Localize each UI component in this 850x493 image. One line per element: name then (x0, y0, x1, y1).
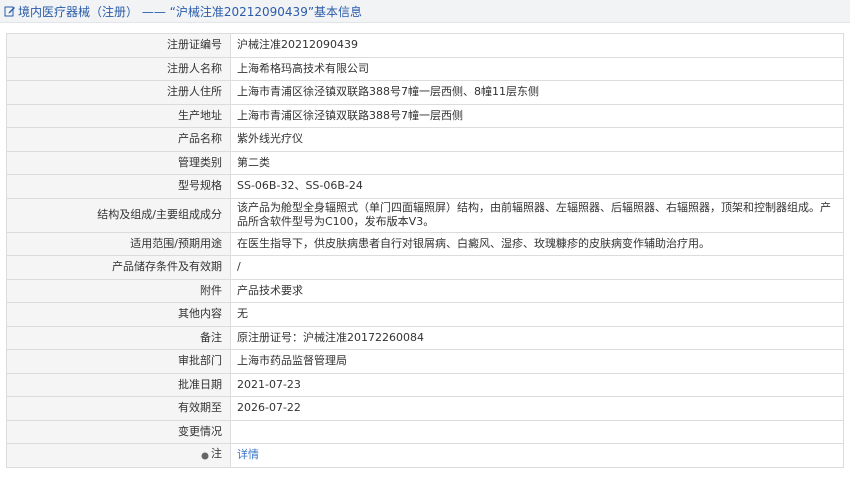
row-value: 在医生指导下，供皮肤病患者自行对银屑病、白癜风、湿疹、玫瑰糠疹的皮肤病变作辅助治… (230, 231, 844, 256)
row-label: 备注 (6, 325, 231, 350)
row-label: 有效期至 (6, 396, 231, 421)
table-row: 管理类别 第二类 (6, 150, 844, 175)
table-row: 批准日期 2021-07-23 (6, 372, 844, 397)
details-link[interactable]: 详情 (237, 448, 259, 461)
row-label: 审批部门 (6, 349, 231, 374)
row-value (230, 419, 844, 444)
table-row: 注册人住所 上海市青浦区徐泾镇双联路388号7幢一层西侧、8幢11层东侧 (6, 80, 844, 105)
row-value: 原注册证号：沪械注准20172260084 (230, 325, 844, 350)
table-row: 产品名称 紫外线光疗仪 (6, 127, 844, 152)
row-label: 批准日期 (6, 372, 231, 397)
row-label: 变更情况 (6, 419, 231, 444)
edit-icon (4, 5, 16, 17)
row-value: 产品技术要求 (230, 278, 844, 303)
row-label: 注册证编号 (6, 33, 231, 58)
table-row: 有效期至 2026-07-22 (6, 396, 844, 421)
row-value: 上海市药品监督管理局 (230, 349, 844, 374)
table-row: 备注 原注册证号：沪械注准20172260084 (6, 325, 844, 350)
row-label: 生产地址 (6, 103, 231, 128)
row-value: / (230, 255, 844, 280)
row-value: 上海市青浦区徐泾镇双联路388号7幢一层西侧 (230, 103, 844, 128)
table-row: 注册人名称 上海希格玛高技术有限公司 (6, 56, 844, 81)
info-table-container: 注册证编号 沪械注准20212090439 注册人名称 上海希格玛高技术有限公司 注册人… (6, 33, 844, 468)
row-label: 注册人住所 (6, 80, 231, 105)
row-label: 管理类别 (6, 150, 231, 175)
row-label: 注 (6, 443, 231, 468)
row-label: 型号规格 (6, 174, 231, 199)
page-header: 境内医疗器械（注册） —— “沪械注准20212090439”基本信息 (0, 0, 850, 23)
table-row: 审批部门 上海市药品监督管理局 (6, 349, 844, 374)
table-row: 附件 产品技术要求 (6, 278, 844, 303)
dot-icon (201, 450, 209, 460)
row-value: 上海市青浦区徐泾镇双联路388号7幢一层西侧、8幢11层东侧 (230, 80, 844, 105)
page-title: 境内医疗器械（注册） —— “沪械注准20212090439”基本信息 (18, 4, 363, 19)
row-label: 附件 (6, 278, 231, 303)
row-label: 其他内容 (6, 302, 231, 327)
table-row: 注册证编号 沪械注准20212090439 (6, 33, 844, 58)
table-row: 适用范围/预期用途 在医生指导下，供皮肤病患者自行对银屑病、白癜风、湿疹、玫瑰糠疹… (6, 231, 844, 256)
row-label: 结构及组成/主要组成成分 (6, 197, 231, 233)
info-table: 注册证编号 沪械注准20212090439 注册人名称 上海希格玛高技术有限公司 注册人… (6, 33, 844, 468)
row-label: 注册人名称 (6, 56, 231, 81)
row-value: 紫外线光疗仪 (230, 127, 844, 152)
row-value: 沪械注准20212090439 (230, 33, 844, 58)
row-value: 详情 (230, 443, 844, 468)
row-value: 2026-07-22 (230, 396, 844, 421)
table-row: 变更情况 (6, 419, 844, 444)
table-row-note: 注 详情 (6, 443, 844, 468)
row-label: 适用范围/预期用途 (6, 231, 231, 256)
row-value: 2021-07-23 (230, 372, 844, 397)
row-label: 产品储存条件及有效期 (6, 255, 231, 280)
table-row: 型号规格 SS-06B-32、SS-06B-24 (6, 174, 844, 199)
table-row: 生产地址 上海市青浦区徐泾镇双联路388号7幢一层西侧 (6, 103, 844, 128)
note-label: 注 (211, 446, 222, 460)
row-value: 第二类 (230, 150, 844, 175)
table-row: 其他内容无 (6, 302, 844, 327)
row-value: 该产品为舱型全身辐照式（单门四面辐照屏）结构，由前辐照器、左辐照器、后辐照器、右… (230, 197, 844, 233)
row-label: 产品名称 (6, 127, 231, 152)
row-value: 无 (230, 302, 844, 327)
table-row: 结构及组成/主要组成成分 该产品为舱型全身辐照式（单门四面辐照屏）结构，由前辐照器… (6, 197, 844, 233)
row-value: 上海希格玛高技术有限公司 (230, 56, 844, 81)
row-value: SS-06B-32、SS-06B-24 (230, 174, 844, 199)
table-row: 产品储存条件及有效期 / (6, 255, 844, 280)
